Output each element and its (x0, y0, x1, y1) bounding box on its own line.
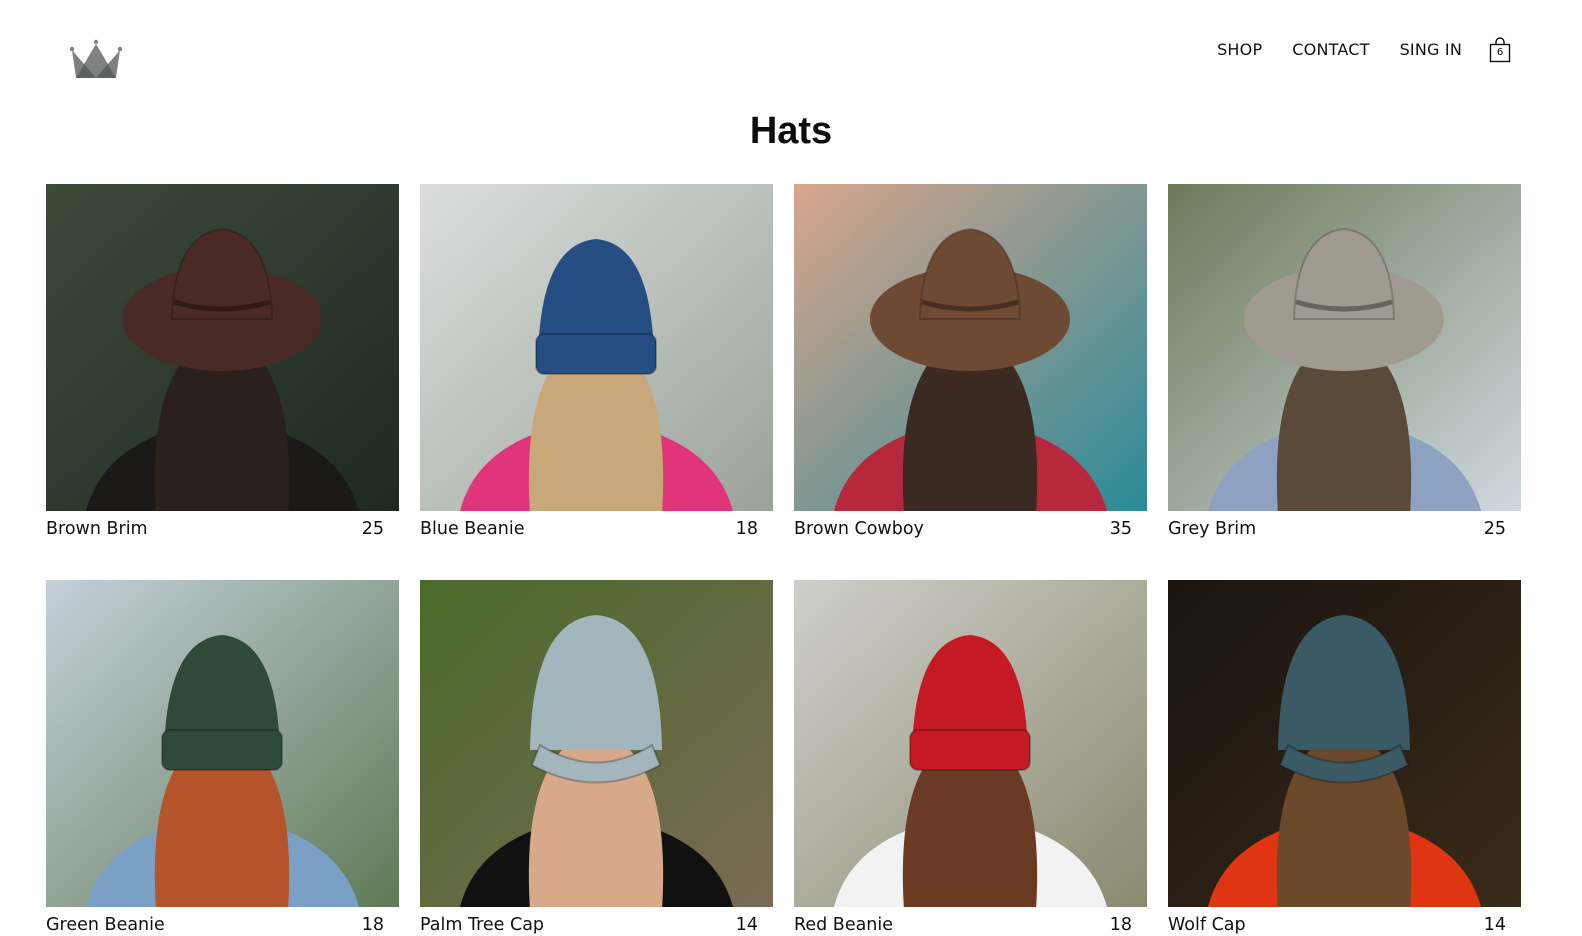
cart-count: 6 (1496, 47, 1504, 58)
product-image[interactable] (794, 580, 1147, 907)
product-footer: Wolf Cap 14 (1168, 907, 1521, 936)
product-grid: Brown Brim 25 Blue Beanie 18 Brown Cowboy 35 G… (46, 184, 1535, 936)
product-footer: Palm Tree Cap 14 (420, 907, 773, 936)
product-card[interactable]: Green Beanie 18 (46, 580, 399, 936)
product-card[interactable]: Brown Brim 25 (46, 184, 399, 540)
product-price: 14 (1483, 915, 1506, 935)
product-card[interactable]: Brown Cowboy 35 (794, 184, 1147, 540)
product-name: Green Beanie (46, 915, 165, 935)
product-photo (420, 580, 773, 907)
product-price: 18 (361, 915, 384, 935)
product-name: Grey Brim (1168, 519, 1257, 539)
product-image[interactable] (1168, 580, 1521, 907)
product-card[interactable]: Grey Brim 25 (1168, 184, 1521, 540)
product-card[interactable]: Red Beanie 18 (794, 580, 1147, 936)
product-name: Palm Tree Cap (420, 915, 545, 935)
nav-shop-link[interactable]: SHOP (1217, 40, 1262, 60)
product-price: 18 (735, 519, 758, 539)
product-photo (794, 184, 1147, 511)
main-nav: SHOP CONTACT SING IN (1217, 40, 1462, 60)
product-price: 35 (1109, 519, 1132, 539)
product-footer: Blue Beanie 18 (420, 511, 773, 540)
nav-contact-link[interactable]: CONTACT (1292, 40, 1369, 60)
product-image[interactable] (794, 184, 1147, 511)
crown-icon[interactable] (70, 38, 122, 80)
product-image[interactable] (46, 580, 399, 907)
product-footer: Brown Cowboy 35 (794, 511, 1147, 540)
product-name: Brown Cowboy (794, 519, 924, 539)
product-price: 25 (1483, 519, 1506, 539)
product-footer: Brown Brim 25 (46, 511, 399, 540)
product-photo (420, 184, 773, 511)
product-photo (794, 580, 1147, 907)
product-name: Red Beanie (794, 915, 894, 935)
product-price: 14 (735, 915, 758, 935)
product-card[interactable]: Wolf Cap 14 (1168, 580, 1521, 936)
page-title: Hats (749, 110, 833, 152)
product-card[interactable]: Palm Tree Cap 14 (420, 580, 773, 936)
product-price: 25 (361, 519, 384, 539)
product-photo (46, 184, 399, 511)
site-header: SHOP CONTACT SING IN 6 (0, 0, 1582, 100)
product-name: Blue Beanie (420, 519, 525, 539)
product-footer: Red Beanie 18 (794, 907, 1147, 936)
product-image[interactable] (1168, 184, 1521, 511)
product-image[interactable] (420, 184, 773, 511)
product-photo (1168, 184, 1521, 511)
product-image[interactable] (420, 580, 773, 907)
nav-sign-in-link[interactable]: SING IN (1400, 40, 1462, 60)
cart-button[interactable]: 6 (1489, 37, 1511, 63)
product-price: 18 (1109, 915, 1132, 935)
product-photo (46, 580, 399, 907)
product-footer: Green Beanie 18 (46, 907, 399, 936)
product-name: Brown Brim (46, 519, 148, 539)
product-photo (1168, 580, 1521, 907)
product-footer: Grey Brim 25 (1168, 511, 1521, 540)
product-name: Wolf Cap (1168, 915, 1246, 935)
product-image[interactable] (46, 184, 399, 511)
product-card[interactable]: Blue Beanie 18 (420, 184, 773, 540)
